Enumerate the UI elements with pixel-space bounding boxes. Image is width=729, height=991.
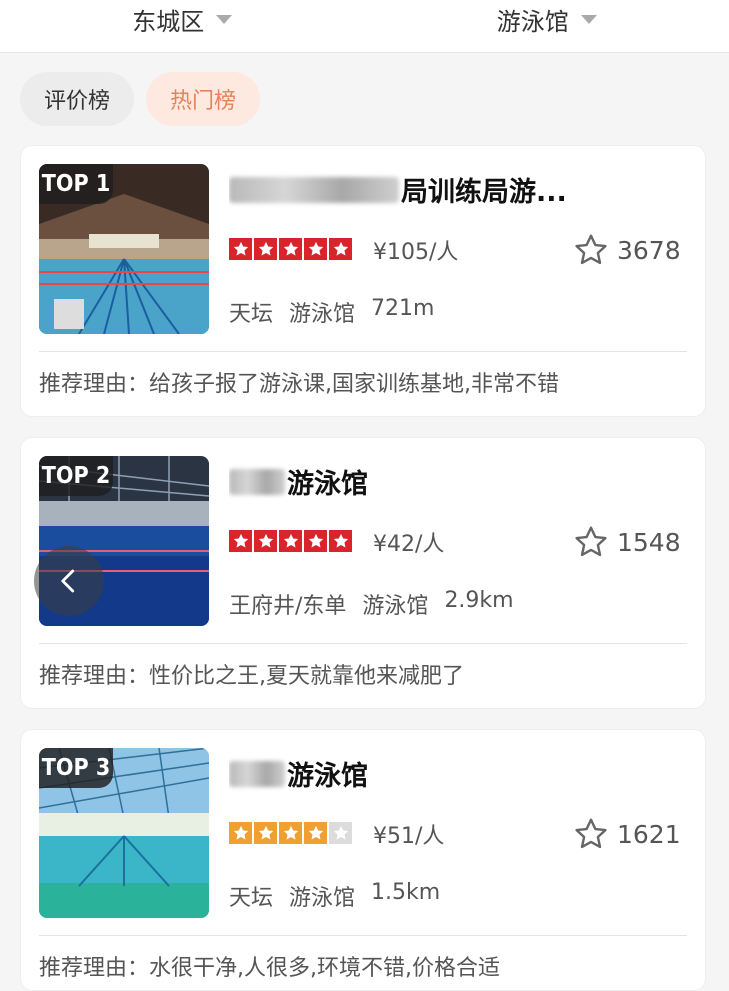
venue-photo: TOP 3	[39, 748, 209, 918]
divider	[39, 351, 687, 352]
venue-card[interactable]: TOP 2 游泳馆 ¥42/人 1548 王府井/东单 游泳馆 2.9km 推荐…	[20, 437, 706, 709]
rank-badge: TOP 1	[39, 164, 113, 204]
venue-meta: 天坛 游泳馆 1.5km	[229, 880, 440, 912]
rating-star-icon	[279, 238, 302, 260]
recommend-reason: 推荐理由：性价比之王,夏天就靠他来减肥了	[39, 658, 464, 690]
venue-title-text: 局训练局游...	[401, 170, 567, 209]
divider	[39, 643, 687, 644]
tab-popular-list[interactable]: 热门榜	[146, 72, 260, 126]
venue-area: 天坛	[229, 296, 273, 328]
rating-star-icon	[329, 530, 352, 552]
back-button[interactable]	[34, 546, 104, 616]
venue-category: 游泳馆	[362, 588, 428, 620]
price-per-person: ¥51/人	[373, 818, 444, 850]
recommend-reason: 推荐理由：水很干净,人很多,环境不错,价格合适	[39, 950, 500, 982]
blurred-name	[229, 177, 399, 203]
chevron-left-icon	[54, 566, 84, 596]
venue-distance: 1.5km	[371, 880, 440, 912]
venue-title-text: 游泳馆	[287, 462, 368, 501]
caret-down-icon	[581, 15, 597, 24]
tab-rating-list[interactable]: 评价榜	[20, 72, 134, 126]
price-per-person: ¥42/人	[373, 526, 444, 558]
rating-star-icon	[329, 238, 352, 260]
category-filter-label: 游泳馆	[497, 2, 569, 37]
rating-star-icon	[254, 238, 277, 260]
venue-card[interactable]: TOP 3 游泳馆 ¥51/人 1621 天坛 游泳馆 1.5km 推荐理由：水…	[20, 729, 706, 991]
rating-stars	[229, 822, 352, 844]
blurred-name	[229, 761, 285, 787]
venue-distance: 721m	[371, 296, 434, 328]
price-per-person: ¥105/人	[373, 234, 458, 266]
star-outline-icon	[573, 232, 609, 268]
rating-star-icon	[279, 822, 302, 844]
venue-category: 游泳馆	[289, 880, 355, 912]
favorite-count: 3678	[617, 236, 681, 265]
ranking-tabs: 评价榜 热门榜	[20, 72, 260, 126]
rating-star-icon	[329, 822, 352, 844]
venue-title-text: 游泳馆	[287, 754, 368, 793]
divider	[39, 935, 687, 936]
favorite-button[interactable]: 1621	[573, 816, 681, 852]
venue-distance: 2.9km	[444, 588, 513, 620]
filter-bar: 东城区 游泳馆	[0, 0, 729, 53]
rating-star-icon	[304, 238, 327, 260]
venue-area: 天坛	[229, 880, 273, 912]
favorite-count: 1621	[617, 820, 681, 849]
caret-down-icon	[216, 15, 232, 24]
favorite-button[interactable]: 1548	[573, 524, 681, 560]
rating-star-icon	[304, 530, 327, 552]
district-filter-label: 东城区	[132, 2, 204, 37]
district-filter[interactable]: 东城区	[0, 0, 365, 52]
venue-meta: 王府井/东单 游泳馆 2.9km	[229, 588, 514, 620]
venue-title: 游泳馆	[229, 462, 689, 501]
venue-card[interactable]: TOP 1 局训练局游... ¥105/人 3678 天坛 游泳馆 721m 推…	[20, 145, 706, 417]
favorite-button[interactable]: 3678	[573, 232, 681, 268]
rating-star-icon	[229, 238, 252, 260]
category-filter[interactable]: 游泳馆	[365, 0, 729, 52]
rating-star-icon	[254, 822, 277, 844]
rating-star-icon	[304, 822, 327, 844]
favorite-count: 1548	[617, 528, 681, 557]
venue-photo: TOP 1	[39, 164, 209, 334]
rating-star-icon	[279, 530, 302, 552]
rating-stars	[229, 238, 352, 260]
rating-star-icon	[254, 530, 277, 552]
venue-meta: 天坛 游泳馆 721m	[229, 296, 434, 328]
venue-title: 游泳馆	[229, 754, 689, 793]
venue-category: 游泳馆	[289, 296, 355, 328]
rating-star-icon	[229, 530, 252, 552]
star-outline-icon	[573, 524, 609, 560]
venue-title: 局训练局游...	[229, 170, 689, 209]
rating-star-icon	[229, 822, 252, 844]
rating-stars	[229, 530, 352, 552]
blurred-name	[229, 469, 285, 495]
rank-badge: TOP 2	[39, 456, 113, 496]
star-outline-icon	[573, 816, 609, 852]
recommend-reason: 推荐理由：给孩子报了游泳课,国家训练基地,非常不错	[39, 366, 559, 398]
rank-badge: TOP 3	[39, 748, 113, 788]
venue-area: 王府井/东单	[229, 588, 346, 620]
